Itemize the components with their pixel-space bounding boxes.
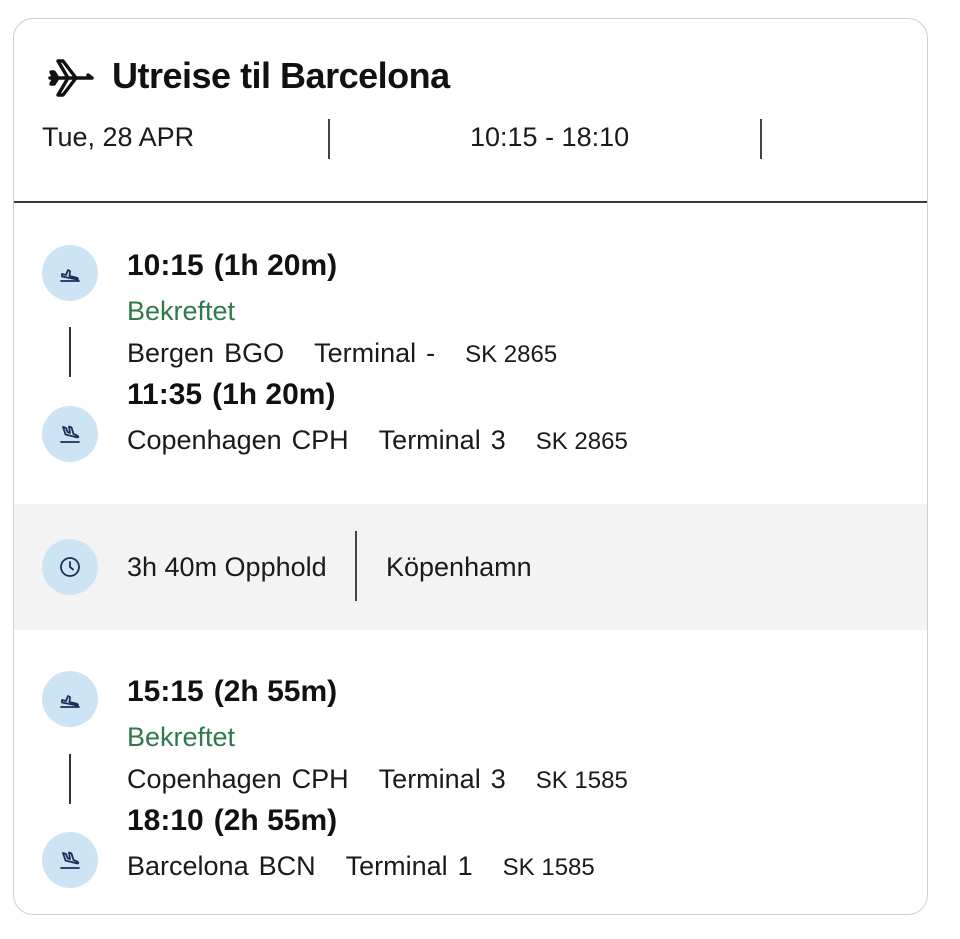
layover-city: Köpenhamn bbox=[386, 552, 532, 582]
header-divider bbox=[760, 119, 762, 159]
arrival-airport-line: Barcelona BCN Terminal 1 SK 1585 bbox=[127, 851, 595, 881]
route-connector bbox=[69, 327, 71, 377]
header-rule bbox=[14, 201, 927, 203]
departure-time: 10:15 (1h 20m) bbox=[127, 249, 338, 282]
takeoff-icon bbox=[42, 245, 98, 301]
status-text: Bekreftet bbox=[127, 722, 236, 752]
landing-icon bbox=[42, 832, 98, 888]
landing-icon bbox=[42, 406, 98, 462]
departure-time: 15:15 (2h 55m) bbox=[127, 675, 338, 708]
page-title: Utreise til Barcelona bbox=[112, 55, 450, 96]
route-connector bbox=[69, 754, 71, 804]
layover-divider bbox=[355, 531, 357, 601]
clock-icon bbox=[42, 539, 98, 595]
travel-date: Tue, 28 APR bbox=[42, 122, 195, 152]
airplane-icon bbox=[48, 59, 94, 97]
takeoff-icon bbox=[42, 671, 98, 727]
layover-duration: 3h 40m Opphold bbox=[127, 552, 327, 582]
travel-time-range: 10:15 - 18:10 bbox=[470, 122, 630, 152]
arrival-time: 11:35 (1h 20m) bbox=[127, 378, 336, 411]
departure-airport-line: Bergen BGO Terminal - SK 2865 bbox=[127, 338, 558, 368]
arrival-time: 18:10 (2h 55m) bbox=[127, 804, 338, 837]
status-text: Bekreftet bbox=[127, 296, 236, 326]
departure-airport-line: Copenhagen CPH Terminal 3 SK 1585 bbox=[127, 764, 628, 794]
header-divider bbox=[328, 119, 330, 159]
layover-banner: 3h 40m Opphold Köpenhamn bbox=[14, 504, 927, 630]
itinerary-card: Utreise til Barcelona Tue, 28 APR 10:15 … bbox=[13, 18, 928, 915]
arrival-airport-line: Copenhagen CPH Terminal 3 SK 2865 bbox=[127, 425, 628, 455]
